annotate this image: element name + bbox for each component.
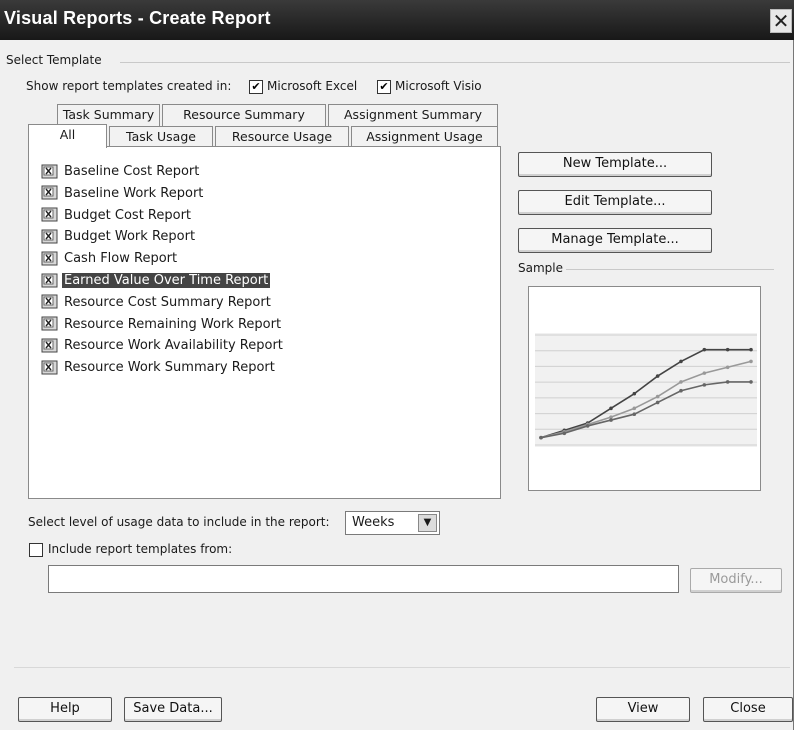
- close-icon[interactable]: ✕: [770, 9, 792, 33]
- series-3-point: [702, 383, 707, 387]
- include-templates-checkbox[interactable]: [29, 543, 43, 557]
- excel-report-icon: [41, 207, 58, 222]
- report-list-item[interactable]: Resource Work Availability Report: [41, 337, 285, 357]
- new-template-button[interactable]: New Template...: [518, 152, 712, 177]
- edit-template-button[interactable]: Edit Template...: [518, 190, 712, 215]
- series-2-point: [632, 406, 637, 411]
- include-templates-label: Include report templates from:: [48, 542, 233, 556]
- excel-checkbox-label: Microsoft Excel: [267, 79, 358, 93]
- excel-report-icon: [41, 338, 58, 353]
- window-title: Visual Reports - Create Report: [4, 8, 271, 28]
- report-list-item[interactable]: Resource Cost Summary Report: [41, 294, 273, 314]
- template-path-input[interactable]: [48, 565, 679, 593]
- report-list-item-label: Resource Cost Summary Report: [64, 294, 271, 310]
- select-template-label: Select Template: [6, 53, 102, 67]
- tab-task-summary[interactable]: Task Summary: [57, 104, 160, 126]
- series-2-point: [725, 365, 730, 370]
- series-3-point: [539, 435, 543, 440]
- excel-report-icon: [41, 273, 58, 287]
- report-list-item[interactable]: Resource Work Summary Report: [41, 359, 277, 379]
- series-1-point: [702, 347, 707, 352]
- tab-assignment-usage[interactable]: Assignment Usage: [351, 126, 498, 148]
- report-template-list[interactable]: Baseline Cost Report Baseline Work Report…: [28, 146, 501, 499]
- report-list-item-label: Budget Cost Report: [64, 207, 192, 223]
- usage-level-label: Select level of usage data to include in…: [28, 515, 330, 529]
- modify-button[interactable]: Modify...: [690, 568, 782, 593]
- tab-resource-usage[interactable]: Resource Usage: [215, 126, 349, 148]
- report-list-item[interactable]: Budget Work Report: [41, 228, 197, 248]
- sample-preview: [528, 286, 761, 491]
- report-list-item-label: Earned Value Over Time Report: [62, 273, 271, 288]
- series-3-point: [679, 388, 683, 393]
- tab-all[interactable]: All: [28, 124, 107, 148]
- series-3-point: [632, 412, 637, 416]
- series-3-point: [655, 400, 660, 405]
- report-list-item-label: Budget Work Report: [64, 229, 196, 245]
- series-2-point: [702, 371, 707, 375]
- series-1-point: [679, 359, 683, 364]
- visio-checkbox-label: Microsoft Visio: [395, 79, 482, 93]
- usage-level-select[interactable]: Weeks ▼: [345, 511, 440, 535]
- report-list-item[interactable]: Budget Cost Report: [41, 207, 193, 227]
- tab-assignment-summary[interactable]: Assignment Summary: [328, 104, 498, 126]
- report-list-item[interactable]: Earned Value Over Time Report: [41, 272, 271, 292]
- report-list-item-label: Resource Work Availability Report: [64, 338, 283, 354]
- excel-report-icon: [41, 251, 58, 266]
- footer-divider: [14, 667, 790, 668]
- sample-chart: [535, 333, 757, 447]
- report-list-item[interactable]: Cash Flow Report: [41, 250, 179, 270]
- series-1-point: [655, 374, 660, 378]
- sample-label: Sample: [518, 261, 563, 275]
- create-report-dialog: Visual Reports - Create Report ✕ Select …: [0, 0, 794, 730]
- excel-report-icon: [41, 229, 58, 244]
- series-3-point: [749, 380, 753, 384]
- save-data-button[interactable]: Save Data...: [124, 697, 222, 722]
- report-list-item[interactable]: Baseline Work Report: [41, 185, 205, 205]
- series-3-point: [562, 431, 567, 436]
- series-1-point: [725, 347, 730, 352]
- usage-level-value: Weeks: [352, 515, 395, 530]
- view-button[interactable]: View: [596, 697, 690, 722]
- series-3-point: [609, 418, 613, 422]
- series-2-point: [655, 394, 660, 399]
- chevron-down-icon[interactable]: ▼: [418, 514, 437, 532]
- report-list-item-label: Resource Remaining Work Report: [64, 316, 282, 332]
- excel-report-icon: [41, 164, 58, 178]
- series-2-point: [749, 359, 753, 364]
- excel-checkbox[interactable]: ✔: [249, 80, 263, 94]
- report-list-item-label: Resource Work Summary Report: [64, 360, 275, 376]
- series-3-point: [585, 424, 590, 428]
- show-created-in-label: Show report templates created in:: [26, 79, 232, 93]
- excel-report-icon: [41, 316, 58, 331]
- series-1-point: [609, 406, 613, 411]
- series-2-point: [679, 380, 683, 384]
- manage-template-button[interactable]: Manage Template...: [518, 228, 712, 253]
- visio-checkbox[interactable]: ✔: [377, 80, 391, 94]
- tab-resource-summary[interactable]: Resource Summary: [162, 104, 326, 126]
- series-3-point: [725, 380, 730, 384]
- excel-report-icon: [41, 360, 58, 375]
- series-1-point: [632, 391, 637, 396]
- title-bar: Visual Reports - Create Report ✕: [0, 0, 794, 40]
- series-1-point: [749, 347, 753, 352]
- sample-divider: [566, 269, 774, 270]
- report-list-item-label: Baseline Work Report: [64, 185, 204, 201]
- tab-task-usage[interactable]: Task Usage: [109, 126, 213, 148]
- close-button[interactable]: Close: [703, 697, 793, 722]
- report-list-item[interactable]: Baseline Cost Report: [41, 163, 201, 183]
- excel-report-icon: [41, 294, 58, 309]
- excel-report-icon: [41, 185, 58, 200]
- report-list-item-label: Cash Flow Report: [64, 251, 178, 267]
- help-button[interactable]: Help: [18, 697, 112, 722]
- report-list-item-label: Baseline Cost Report: [64, 164, 200, 179]
- select-template-divider: [120, 62, 790, 63]
- report-list-item[interactable]: Resource Remaining Work Report: [41, 316, 283, 336]
